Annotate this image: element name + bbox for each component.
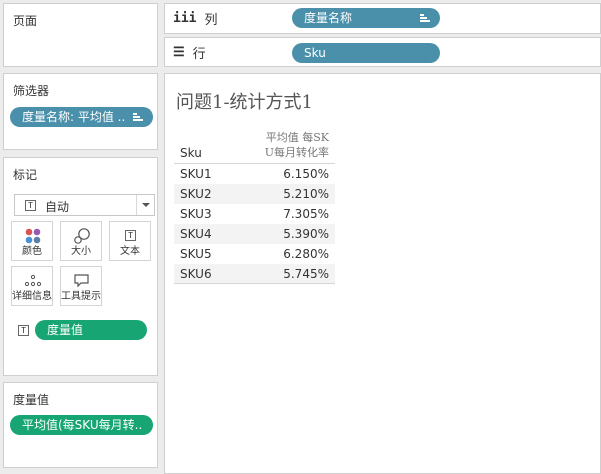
- value-cell: 5.210%: [283, 187, 329, 201]
- table-row[interactable]: SKU6 5.745%: [174, 264, 335, 284]
- sort-icon: [133, 113, 143, 121]
- rows-icon: ☰: [173, 44, 185, 60]
- sort-icon: [420, 14, 430, 22]
- text-button[interactable]: T 文本: [109, 221, 151, 261]
- color-button[interactable]: 颜色: [11, 221, 53, 261]
- value-cell: 6.280%: [283, 247, 329, 261]
- text-mark-icon: T: [25, 200, 36, 211]
- sku-cell: SKU3: [180, 207, 212, 221]
- value-cell: 5.390%: [283, 227, 329, 241]
- tooltip-button[interactable]: 工具提示: [60, 266, 102, 306]
- text-icon: T: [125, 230, 136, 241]
- rows-shelf[interactable]: ☰ 行 Sku: [164, 37, 601, 67]
- detail-icon: [24, 274, 42, 287]
- marks-field-pill-label: 度量值: [47, 323, 84, 337]
- rows-shelf-label: ☰ 行: [173, 38, 206, 66]
- filters-panel[interactable]: 筛选器 度量名称: 平均值 ..: [3, 73, 158, 150]
- table-row[interactable]: SKU4 5.390%: [174, 224, 335, 244]
- detail-button[interactable]: 详细信息: [11, 266, 53, 306]
- detail-button-label: 详细信息: [12, 291, 52, 302]
- measure-value-pill[interactable]: 平均值(每SKU每月转..: [10, 415, 153, 435]
- pages-panel[interactable]: 页面: [3, 3, 158, 67]
- column-header-line1: 平均值 每SK: [265, 131, 329, 144]
- chevron-down-icon[interactable]: [136, 195, 154, 215]
- view-title: 问题1-统计方式1: [176, 92, 313, 113]
- column-header[interactable]: 平均值 每SK U每月转化率: [265, 130, 329, 160]
- tooltip-button-label: 工具提示: [61, 291, 101, 302]
- value-cell: 5.745%: [283, 267, 329, 281]
- mark-type-dropdown[interactable]: T 自动: [14, 194, 155, 216]
- workspace: 页面 筛选器 度量名称: 平均值 .. 标记 T 自动 颜色 大小 T 文本 详…: [0, 0, 601, 474]
- rows-pill-sku[interactable]: Sku: [292, 43, 440, 63]
- sku-cell: SKU5: [180, 247, 212, 261]
- columns-icon: iii: [173, 11, 197, 26]
- columns-pill-label: 度量名称: [304, 11, 353, 25]
- marks-panel[interactable]: 标记 T 自动 颜色 大小 T 文本 详细信息 工具提示 T 度量值: [3, 157, 158, 376]
- marks-field-pill[interactable]: 度量值: [35, 320, 147, 340]
- columns-shelf-label: iii 列: [173, 4, 218, 33]
- text-button-label: 文本: [120, 246, 140, 257]
- row-header-sku[interactable]: Sku: [180, 146, 202, 160]
- sku-cell: SKU2: [180, 187, 212, 201]
- pages-panel-title: 页面: [13, 14, 38, 28]
- size-button[interactable]: 大小: [60, 221, 102, 261]
- table-row[interactable]: SKU2 5.210%: [174, 184, 335, 204]
- measure-value-pill-label: 平均值(每SKU每月转..: [22, 418, 143, 432]
- column-header-line2: U每月转化率: [264, 146, 329, 159]
- filter-pill-measure-names[interactable]: 度量名称: 平均值 ..: [10, 107, 153, 127]
- measure-values-panel-title: 度量值: [13, 393, 50, 407]
- table-row[interactable]: SKU3 7.305%: [174, 204, 335, 224]
- marks-panel-title: 标记: [13, 168, 38, 182]
- table-row[interactable]: SKU5 6.280%: [174, 244, 335, 264]
- table-row[interactable]: SKU1 6.150%: [174, 164, 335, 184]
- rows-shelf-text: 行: [192, 46, 206, 62]
- sku-cell: SKU6: [180, 267, 212, 281]
- size-button-label: 大小: [71, 246, 91, 257]
- columns-shelf[interactable]: iii 列 度量名称: [164, 3, 601, 34]
- data-table[interactable]: Sku 平均值 每SK U每月转化率 SKU1 6.150% SKU2 5.210%…: [174, 128, 335, 284]
- measure-values-panel[interactable]: 度量值 平均值(每SKU每月转..: [3, 382, 158, 468]
- text-field-icon: T: [18, 325, 29, 336]
- table-header: Sku 平均值 每SK U每月转化率: [174, 128, 335, 164]
- columns-shelf-text: 列: [204, 13, 218, 28]
- filters-panel-title: 筛选器: [13, 84, 50, 98]
- rows-pill-label: Sku: [304, 46, 326, 60]
- columns-pill-measure-names[interactable]: 度量名称: [292, 8, 440, 28]
- sku-cell: SKU4: [180, 227, 212, 241]
- filter-pill-label: 度量名称: 平均值 ..: [22, 110, 126, 124]
- value-cell: 6.150%: [283, 167, 329, 181]
- mark-type-value: 自动: [45, 200, 70, 214]
- color-button-label: 颜色: [22, 246, 42, 257]
- sku-cell: SKU1: [180, 167, 212, 181]
- value-cell: 7.305%: [283, 207, 329, 221]
